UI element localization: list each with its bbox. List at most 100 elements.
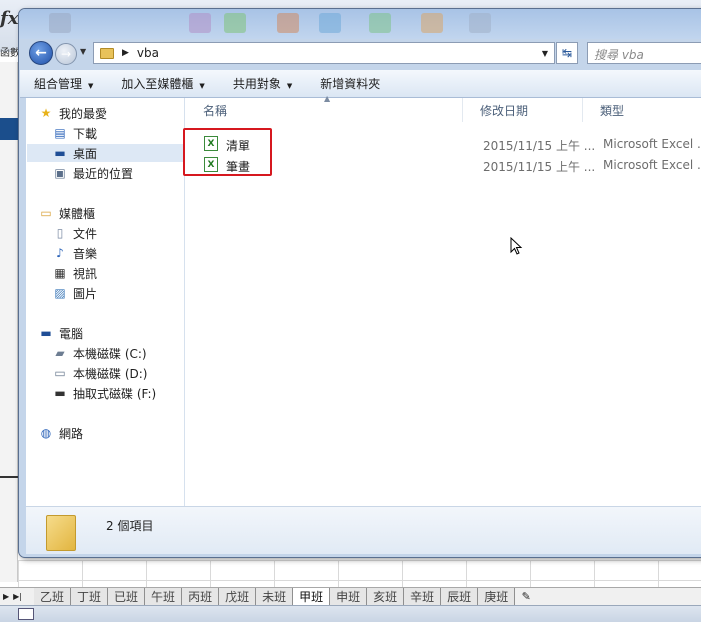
nav-label: 視訊: [73, 266, 98, 281]
blurred-ribbon-icon: [319, 13, 341, 33]
nav-desktop[interactable]: ▬ 桌面: [27, 144, 184, 162]
excel-selected-cell: [0, 118, 18, 140]
blurred-ribbon-icon: [224, 13, 246, 33]
sheet-tab[interactable]: 庚班: [478, 588, 516, 605]
sheet-tab[interactable]: 丁班: [71, 588, 109, 605]
file-type: Microsoft Excel ...: [603, 158, 701, 172]
forward-button[interactable]: →: [55, 43, 77, 65]
folder-icon: [100, 47, 114, 59]
address-bar[interactable]: ▶ vba ▼: [93, 42, 555, 64]
nav-favorites[interactable]: ★ 我的最愛: [39, 104, 107, 122]
excel-grid: [18, 560, 701, 588]
address-dropdown-icon[interactable]: ▼: [542, 49, 548, 58]
address-row: ← → ▼ ▶ vba ▼ ↹ 搜尋 vba: [19, 39, 701, 67]
sheet-tab[interactable]: 辰班: [441, 588, 479, 605]
computer-icon: ▬: [40, 326, 52, 340]
sheet-tab-bar: ▶ ▶| 乙班 丁班 已班 午班 丙班 戊班 未班 甲班 申班 亥班 辛班 辰班 …: [0, 587, 701, 605]
nav-pictures[interactable]: ▨ 圖片: [53, 284, 97, 302]
column-header-type[interactable]: 類型: [583, 98, 701, 122]
chevron-down-icon: ▼: [199, 82, 205, 90]
nav-label: 桌面: [73, 146, 98, 161]
nav-label: 電腦: [59, 326, 84, 341]
nav-drive-c[interactable]: ▰ 本機磁碟 (C:): [53, 344, 147, 362]
nav-videos[interactable]: ▦ 視訊: [53, 264, 97, 282]
file-type: Microsoft Excel ...: [603, 137, 701, 151]
blurred-ribbon-icon: [469, 13, 491, 33]
window-titlebar[interactable]: [19, 9, 701, 39]
status-bar: [0, 605, 701, 622]
details-pane: 2 個項目: [26, 506, 701, 554]
documents-icon: ▯: [56, 226, 64, 240]
nav-documents[interactable]: ▯ 文件: [53, 224, 97, 242]
add-to-library-button[interactable]: 加入至媒體櫃 ▼: [107, 75, 218, 92]
nav-drive-d[interactable]: ▭ 本機磁碟 (D:): [53, 364, 147, 382]
sheet-nav-buttons[interactable]: ▶ ▶|: [0, 588, 34, 605]
share-with-button[interactable]: 共用對象 ▼: [219, 75, 306, 92]
column-header-name[interactable]: 名稱: [186, 98, 463, 122]
sheet-tab[interactable]: 乙班: [34, 588, 72, 605]
removable-drive-icon: ▬: [54, 386, 66, 400]
search-input[interactable]: 搜尋 vba: [587, 42, 701, 64]
nav-label: 媒體櫃: [59, 206, 96, 221]
video-icon: ▦: [54, 266, 66, 280]
sheet-tab[interactable]: 戊班: [219, 588, 257, 605]
sheet-tab[interactable]: 丙班: [182, 588, 220, 605]
blurred-ribbon-icon: [421, 13, 443, 33]
nav-drive-f[interactable]: ▬ 抽取式磁碟 (F:): [53, 384, 156, 402]
back-button[interactable]: ←: [29, 41, 53, 65]
nav-recent[interactable]: ▣ 最近的位置: [53, 164, 133, 182]
file-list: ▲ 名稱 修改日期 類型 X 清單 2015/11/15 上午 ... Micr…: [183, 94, 701, 506]
network-icon: ◍: [40, 426, 52, 440]
blurred-ribbon-icon: [189, 13, 211, 33]
nav-downloads[interactable]: ▤ 下載: [53, 124, 97, 142]
sheet-tab[interactable]: 午班: [145, 588, 183, 605]
command-toolbar: 組合管理 ▼ 加入至媒體櫃 ▼ 共用對象 ▼ 新增資料夾: [20, 70, 701, 98]
nav-libraries[interactable]: ▭ 媒體櫃: [39, 204, 95, 222]
music-icon: ♪: [56, 246, 64, 260]
nav-label: 網路: [59, 426, 84, 441]
chevron-down-icon: ▼: [88, 82, 94, 90]
sheet-tab[interactable]: 已班: [108, 588, 146, 605]
nav-label: 本機磁碟 (C:): [73, 346, 147, 361]
sheet-tab[interactable]: 申班: [330, 588, 368, 605]
refresh-button[interactable]: ↹: [556, 42, 578, 64]
nav-label: 抽取式磁碟 (F:): [73, 386, 157, 401]
sheet-tab-active[interactable]: 甲班: [293, 588, 331, 605]
desktop-icon: ▬: [54, 146, 66, 160]
nav-network[interactable]: ◍ 網路: [39, 424, 83, 442]
forward-arrow-icon: →: [60, 47, 72, 61]
nav-label: 本機磁碟 (D:): [73, 366, 148, 381]
nav-computer[interactable]: ▬ 電腦: [39, 324, 83, 342]
organize-button[interactable]: 組合管理 ▼: [20, 75, 107, 92]
nav-music[interactable]: ♪ 音樂: [53, 244, 97, 262]
breadcrumb-chevron-icon[interactable]: ▶: [122, 48, 129, 58]
function-label: 函數: [0, 48, 20, 59]
sheet-tab[interactable]: 亥班: [367, 588, 405, 605]
item-count: 2 個項目: [106, 519, 154, 533]
fx-icon[interactable]: fx: [0, 8, 18, 29]
insert-sheet-icon[interactable]: ✎: [515, 588, 537, 605]
macro-record-icon[interactable]: [18, 608, 34, 620]
breadcrumb-vba[interactable]: vba: [137, 46, 159, 60]
nav-label: 圖片: [73, 286, 98, 301]
sheet-tab[interactable]: 未班: [256, 588, 294, 605]
blurred-ribbon-icon: [49, 13, 71, 33]
back-arrow-icon: ←: [35, 45, 47, 61]
share-with-label: 共用對象: [232, 77, 281, 91]
mouse-cursor-icon: [510, 237, 523, 255]
refresh-icon: ↹: [561, 46, 573, 60]
file-modified: 2015/11/15 上午 ...: [483, 160, 596, 174]
new-folder-button[interactable]: 新增資料夾: [306, 75, 394, 92]
window-content: ★ 我的最愛 ▤ 下載 ▬ 桌面 ▣ 最近的位置 ▭ 媒體櫃 ▯ 文件 ♪ 音樂…: [26, 94, 701, 506]
navigation-pane: ★ 我的最愛 ▤ 下載 ▬ 桌面 ▣ 最近的位置 ▭ 媒體櫃 ▯ 文件 ♪ 音樂…: [26, 98, 185, 506]
nav-label: 我的最愛: [59, 106, 108, 121]
recent-pages-dropdown-icon[interactable]: ▼: [80, 47, 86, 56]
blurred-ribbon-icon: [277, 13, 299, 33]
sheet-tab[interactable]: 辛班: [404, 588, 442, 605]
add-to-library-label: 加入至媒體櫃: [121, 77, 194, 91]
hard-drive-icon: ▭: [54, 366, 66, 380]
explorer-window: ← → ▼ ▶ vba ▼ ↹ 搜尋 vba 組合管理 ▼ 加入至媒體櫃 ▼ 共用對…: [18, 8, 701, 558]
system-drive-icon: ▰: [55, 346, 65, 360]
column-header-modified[interactable]: 修改日期: [463, 98, 583, 122]
nav-label: 下載: [73, 126, 98, 141]
